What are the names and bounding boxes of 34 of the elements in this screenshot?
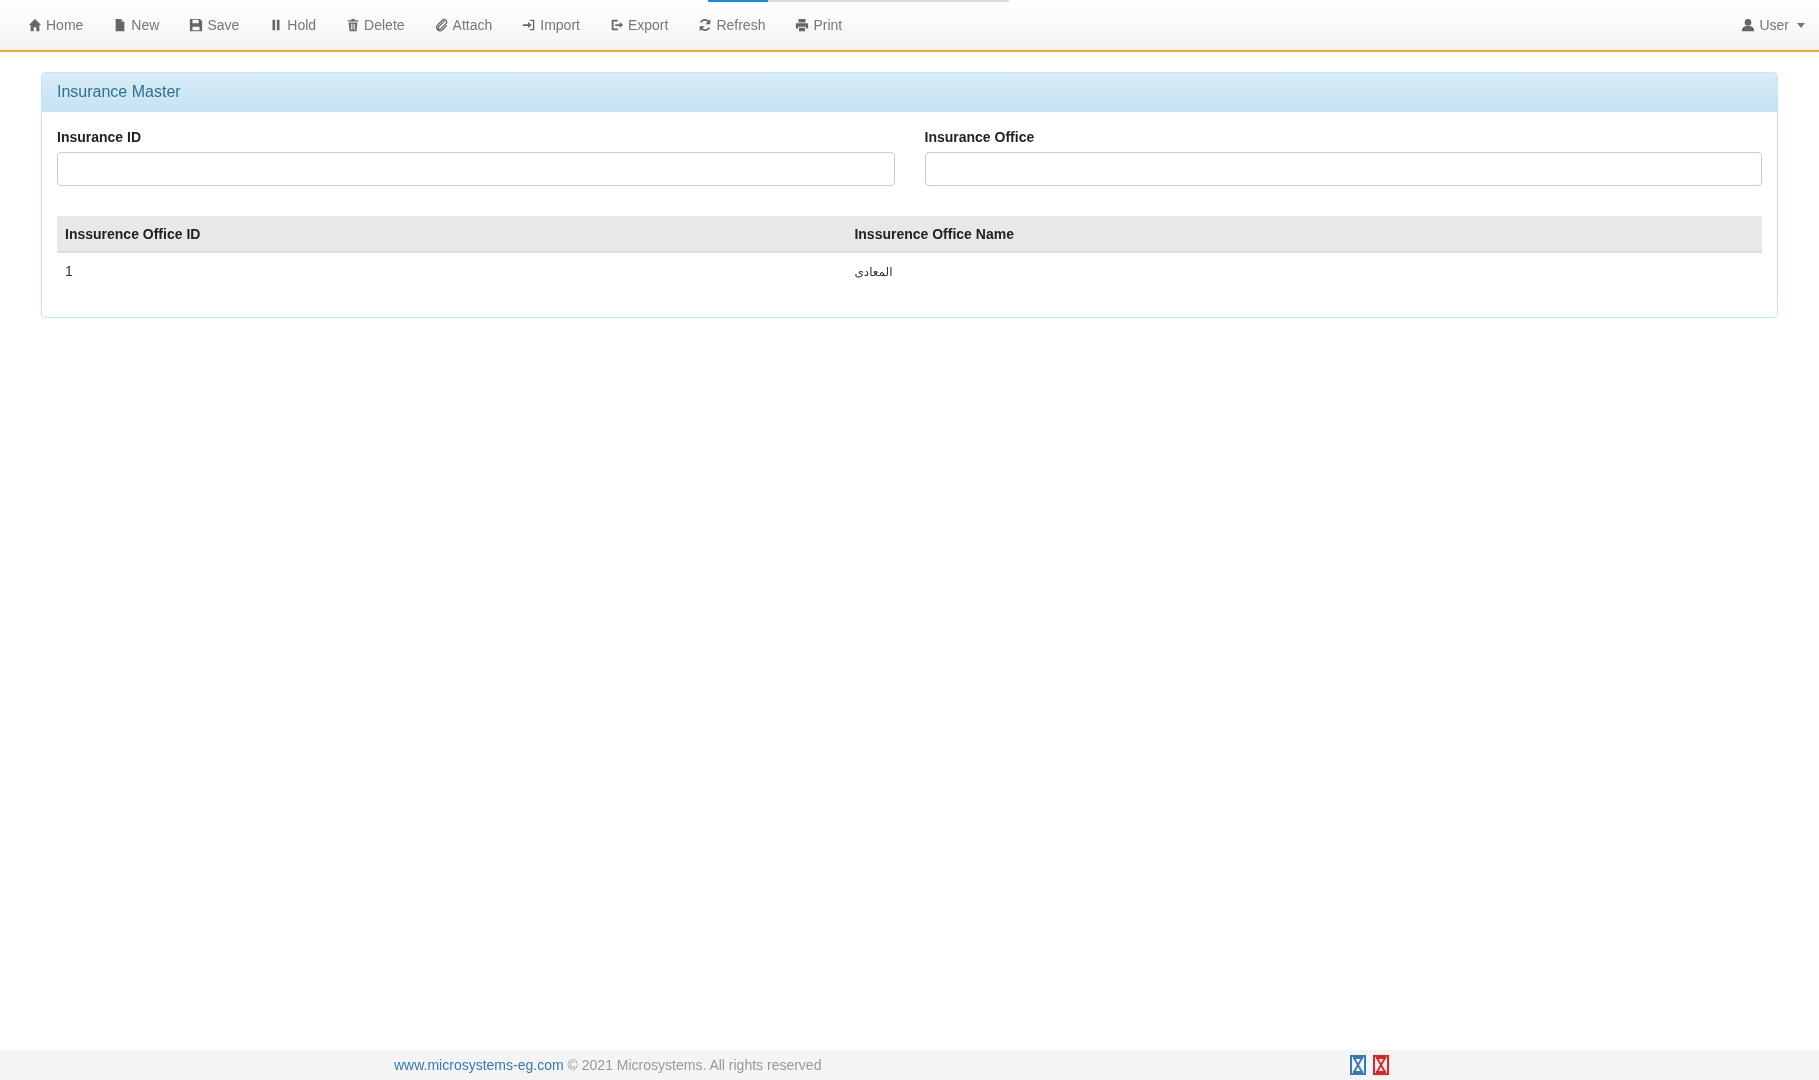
toolbar-button[interactable]: New [102,9,171,41]
toolbar-button[interactable]: Save [178,9,251,41]
toolbar-button[interactable]: Refresh [687,9,777,41]
toolbar-button[interactable]: Export [598,9,680,41]
column-header: Inssurence Office ID [57,216,847,252]
user-menu[interactable]: User [1741,9,1805,41]
table-cell: 1 [65,263,73,279]
save-icon [189,18,204,32]
toolbar-button[interactable]: Print [784,9,854,41]
field-label: Insurance ID [57,129,143,145]
field-label: Insurance Office [924,129,1036,145]
trash-icon [346,18,361,32]
x-box-icon[interactable] [1373,1055,1390,1075]
caret-icon [1797,22,1805,28]
home-icon [28,18,42,32]
refresh-icon [698,18,713,32]
toolbar-button[interactable]: Attach [423,9,504,41]
x-box-icon[interactable] [1350,1055,1367,1075]
toolbar-button[interactable]: Import [511,9,591,41]
toolbar-button[interactable]: Delete [335,9,416,41]
input-field[interactable] [924,152,1762,186]
print-icon [795,18,810,32]
import-icon [522,18,537,32]
column-header: Inssurence Office Name [846,216,1762,252]
copyright-text: © 2021 Microsystems. All rights reserved [567,1057,822,1073]
input-field[interactable] [57,152,895,186]
toolbar-button[interactable]: Hold [258,9,328,41]
export-icon [609,18,624,32]
table-cell: المعادى [854,265,893,279]
clip-icon [434,18,449,32]
user-icon [1741,18,1756,32]
website-link[interactable]: www.microsystems-eg.com [394,1057,564,1073]
panel-title: Insurance Master [42,73,1777,112]
toolbar-button[interactable]: Home [17,9,95,41]
